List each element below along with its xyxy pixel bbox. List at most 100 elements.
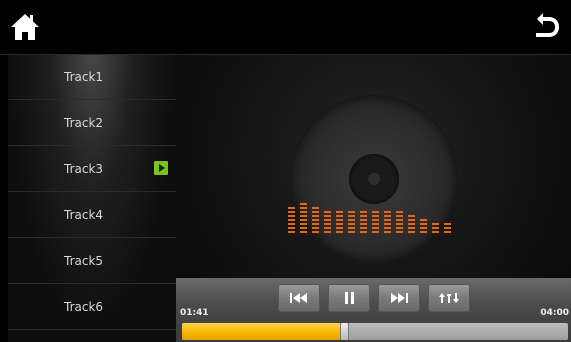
eq-segment: [324, 231, 331, 233]
track-label: Track4: [64, 208, 104, 222]
next-icon: [391, 293, 408, 303]
eq-segment: [432, 227, 439, 229]
eq-segment: [360, 219, 367, 221]
eq-segment: [288, 227, 295, 229]
eq-segment: [288, 207, 295, 209]
eq-segment: [300, 207, 307, 209]
eq-segment: [288, 231, 295, 233]
eq-segment: [372, 211, 379, 213]
eq-segment: [336, 219, 343, 221]
track-list: Track1 Track2 Track3 Track4 Track5 Track…: [8, 55, 176, 342]
eq-segment: [408, 219, 415, 221]
eq-segment: [396, 215, 403, 217]
eq-segment: [348, 219, 355, 221]
eq-segment: [360, 227, 367, 229]
track-label: Track6: [64, 300, 104, 314]
eq-segment: [348, 227, 355, 229]
disc-icon: [290, 95, 458, 263]
eq-segment: [336, 215, 343, 217]
previous-icon: [290, 293, 307, 303]
eq-segment: [372, 215, 379, 217]
eq-segment: [324, 215, 331, 217]
track-item-4[interactable]: Track4: [8, 192, 176, 238]
eq-segment: [336, 231, 343, 233]
eq-segment: [432, 231, 439, 233]
eq-segment: [384, 215, 391, 217]
eq-segment: [348, 215, 355, 217]
progress-bar[interactable]: [182, 323, 568, 340]
eq-segment: [288, 211, 295, 213]
track-label: Track3: [64, 162, 104, 176]
eq-segment: [312, 227, 319, 229]
eq-segment: [312, 219, 319, 221]
previous-button[interactable]: [278, 284, 320, 312]
eq-segment: [432, 223, 439, 225]
eq-segment: [444, 231, 451, 233]
eq-segment: [384, 219, 391, 221]
eq-segment: [336, 227, 343, 229]
eq-segment: [396, 211, 403, 213]
eq-segment: [372, 227, 379, 229]
eq-segment: [372, 223, 379, 225]
eq-segment: [360, 211, 367, 213]
eq-segment: [384, 211, 391, 213]
next-button[interactable]: [378, 284, 420, 312]
pause-icon: [345, 292, 354, 304]
eq-segment: [444, 223, 451, 225]
eq-segment: [360, 231, 367, 233]
eq-segment: [372, 219, 379, 221]
eq-segment: [300, 211, 307, 213]
eq-segment: [288, 219, 295, 221]
now-playing-visual: [176, 55, 571, 278]
eq-segment: [312, 211, 319, 213]
progress-fill: [182, 323, 345, 340]
eq-segment: [324, 211, 331, 213]
eq-segment: [336, 223, 343, 225]
track-item-6[interactable]: Track6: [8, 284, 176, 330]
eq-segment: [348, 223, 355, 225]
track-item-3[interactable]: Track3: [8, 146, 176, 192]
eq-segment: [288, 223, 295, 225]
eq-segment: [312, 207, 319, 209]
eq-segment: [300, 219, 307, 221]
eq-segment: [420, 231, 427, 233]
track-label: Track5: [64, 254, 104, 268]
eq-segment: [396, 223, 403, 225]
elapsed-time: 01:41: [180, 308, 209, 318]
eq-segment: [444, 227, 451, 229]
eq-segment: [408, 215, 415, 217]
eq-segment: [336, 211, 343, 213]
eq-segment: [408, 223, 415, 225]
eq-segment: [288, 215, 295, 217]
back-arrow-icon: [536, 13, 559, 37]
track-item-5[interactable]: Track5: [8, 238, 176, 284]
progress-thumb[interactable]: [340, 323, 350, 340]
pause-button[interactable]: [328, 284, 370, 312]
eq-segment: [384, 223, 391, 225]
eq-segment: [300, 223, 307, 225]
eq-segment: [420, 227, 427, 229]
track-label: Track2: [64, 116, 104, 130]
eq-segment: [408, 227, 415, 229]
playlist-mode-button[interactable]: [428, 284, 470, 312]
eq-segment: [372, 231, 379, 233]
eq-segment: [396, 219, 403, 221]
now-playing-icon: [154, 161, 168, 175]
eq-segment: [420, 223, 427, 225]
eq-segment: [360, 215, 367, 217]
home-button[interactable]: [8, 10, 42, 44]
eq-segment: [324, 219, 331, 221]
track-item-1[interactable]: Track1: [8, 55, 176, 100]
eq-segment: [348, 231, 355, 233]
total-time: 04:00: [540, 308, 569, 318]
eq-segment: [408, 231, 415, 233]
eq-segment: [384, 227, 391, 229]
eq-segment: [396, 227, 403, 229]
eq-segment: [396, 231, 403, 233]
eq-segment: [348, 211, 355, 213]
eq-segment: [324, 227, 331, 229]
back-button[interactable]: [529, 10, 563, 44]
top-bar: [0, 0, 571, 55]
eq-segment: [312, 231, 319, 233]
track-item-2[interactable]: Track2: [8, 100, 176, 146]
